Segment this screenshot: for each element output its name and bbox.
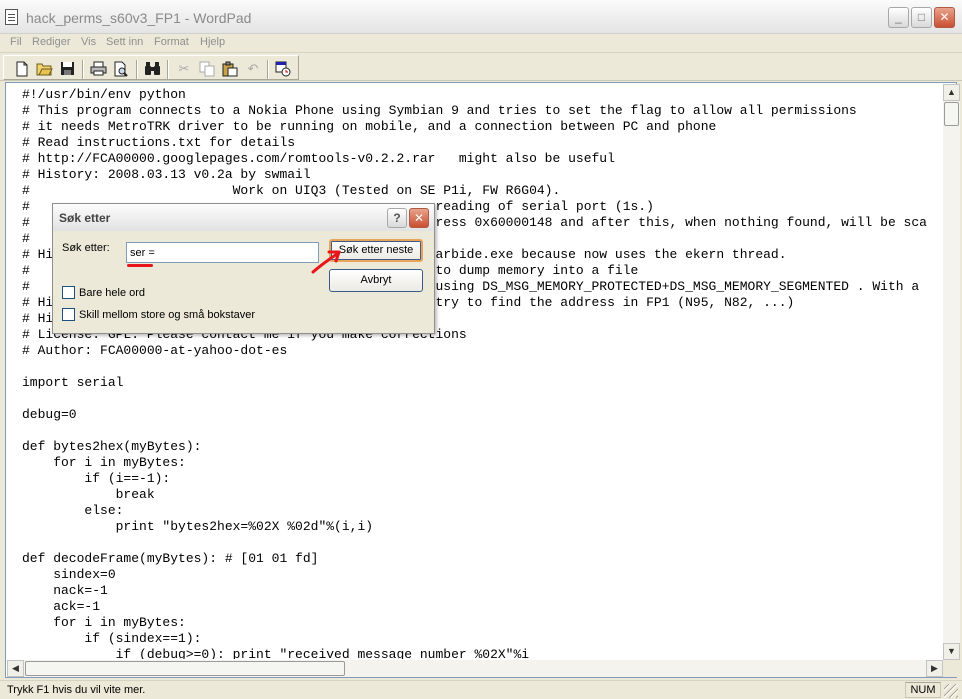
document-line[interactable]: import serial <box>22 375 940 391</box>
minimize-button[interactable]: _ <box>888 7 909 28</box>
find-icon[interactable] <box>144 61 160 77</box>
document-line[interactable]: nack=-1 <box>22 583 940 599</box>
cut-icon[interactable]: ✂ <box>176 61 192 77</box>
horizontal-scrollbar[interactable]: ◀ ▶ <box>7 660 943 677</box>
menu-edit[interactable]: Rediger <box>32 36 71 48</box>
status-bar: Trykk F1 hvis du vil vite mer. NUM <box>0 680 962 699</box>
document-line[interactable] <box>22 359 940 375</box>
dialog-close-button[interactable]: ✕ <box>409 208 429 228</box>
menu-file[interactable]: Fil <box>10 36 22 48</box>
document-line[interactable]: debug=0 <box>22 407 940 423</box>
find-dialog-title: Søk etter <box>59 211 111 225</box>
document-line[interactable]: # History: 2008.03.13 v0.2a by swmail <box>22 167 940 183</box>
document-line[interactable]: # Work on UIQ3 (Tested on SE P1i, FW R6G… <box>22 183 940 199</box>
document-line[interactable]: if (i==-1): <box>22 471 940 487</box>
menu-help[interactable]: Hjelp <box>200 36 225 48</box>
document-line[interactable]: # it needs MetroTRK driver to be running… <box>22 119 940 135</box>
horizontal-scroll-thumb[interactable] <box>25 661 345 676</box>
toolbar-separator <box>82 60 84 79</box>
document-line[interactable] <box>22 535 940 551</box>
resize-grip[interactable] <box>944 684 958 698</box>
toolbar-band: ✂ ↶ <box>3 55 299 80</box>
document-line[interactable]: #!/usr/bin/env python <box>22 87 940 103</box>
document-line[interactable]: sindex=0 <box>22 567 940 583</box>
window-title: hack_perms_s60v3_FP1 - WordPad <box>26 10 252 26</box>
find-dialog: Søk etter ? ✕ Søk etter: Søk etter neste… <box>52 203 435 334</box>
document-line[interactable]: break <box>22 487 940 503</box>
status-text: Trykk F1 hvis du vil vite mer. <box>7 684 146 696</box>
document-line[interactable]: # This program connects to a Nokia Phone… <box>22 103 940 119</box>
document-editor[interactable]: #!/usr/bin/env python # This program conn… <box>5 82 960 678</box>
save-icon[interactable] <box>59 61 75 77</box>
print-icon[interactable] <box>90 61 107 77</box>
wordpad-document-icon[interactable] <box>5 9 18 25</box>
document-line[interactable]: # http://FCA00000.googlepages.com/romtoo… <box>22 151 940 167</box>
title-bar: hack_perms_s60v3_FP1 - WordPad _ □ ✕ <box>0 0 962 34</box>
match-case-option[interactable]: Skill mellom store og små bokstaver <box>62 308 255 321</box>
print-preview-icon[interactable] <box>113 61 129 77</box>
menu-view[interactable]: Vis <box>81 36 96 48</box>
document-line[interactable] <box>22 423 940 439</box>
document-line[interactable]: else: <box>22 503 940 519</box>
menu-bar: Fil Rediger Vis Sett inn Format Hjelp <box>0 34 962 53</box>
red-arrow-annotation <box>311 250 341 274</box>
open-icon[interactable] <box>36 61 53 77</box>
vertical-scrollbar[interactable]: ▲ ▼ <box>943 84 960 660</box>
document-line[interactable]: for i in myBytes: <box>22 615 940 631</box>
match-case-label: Skill mellom store og små bokstaver <box>79 309 256 321</box>
scroll-left-button[interactable]: ◀ <box>7 660 24 677</box>
document-line[interactable]: print "bytes2hex=%02X %02d"%(i,i) <box>22 519 940 535</box>
toolbar-separator <box>267 60 269 79</box>
whole-word-checkbox[interactable] <box>62 286 75 299</box>
dialog-help-button[interactable]: ? <box>387 208 407 228</box>
copy-icon[interactable] <box>199 61 215 77</box>
document-line[interactable]: ack=-1 <box>22 599 940 615</box>
document-line[interactable]: # Read instructions.txt for details <box>22 135 940 151</box>
toolbar: ✂ ↶ <box>0 54 962 81</box>
find-what-input[interactable] <box>126 242 319 263</box>
document-line[interactable]: if (sindex==1): <box>22 631 940 647</box>
paste-icon[interactable] <box>222 61 238 77</box>
scroll-down-button[interactable]: ▼ <box>943 643 960 660</box>
scroll-right-button[interactable]: ▶ <box>926 660 943 677</box>
close-window-button[interactable]: ✕ <box>934 7 955 28</box>
maximize-button[interactable]: □ <box>911 7 932 28</box>
vertical-scroll-thumb[interactable] <box>944 102 959 126</box>
match-case-checkbox[interactable] <box>62 308 75 321</box>
scrollbar-corner <box>943 660 960 677</box>
undo-icon[interactable]: ↶ <box>245 61 261 77</box>
toolbar-separator <box>167 60 169 79</box>
red-underline-annotation <box>127 264 153 267</box>
whole-word-label: Bare hele ord <box>79 287 146 299</box>
toolbar-separator <box>136 60 138 79</box>
whole-word-option[interactable]: Bare hele ord <box>62 286 145 299</box>
document-line[interactable]: for i in myBytes: <box>22 455 940 471</box>
document-line[interactable]: if (debug>=0): print "received message n… <box>22 647 940 659</box>
scroll-up-button[interactable]: ▲ <box>943 84 960 101</box>
menu-insert[interactable]: Sett inn <box>106 36 143 48</box>
document-line[interactable] <box>22 391 940 407</box>
document-line[interactable]: # Author: FCA00000-at-yahoo-dot-es <box>22 343 940 359</box>
document-text[interactable]: #!/usr/bin/env python # This program conn… <box>22 87 940 659</box>
menu-format[interactable]: Format <box>154 36 189 48</box>
new-icon[interactable] <box>14 61 30 77</box>
date-time-icon[interactable] <box>275 61 291 77</box>
num-lock-indicator: NUM <box>905 682 941 698</box>
document-line[interactable]: def bytes2hex(myBytes): <box>22 439 940 455</box>
find-dialog-title-bar[interactable]: Søk etter ? ✕ <box>53 204 434 231</box>
find-what-label: Søk etter: <box>62 242 110 254</box>
document-line[interactable]: def decodeFrame(myBytes): # [01 01 fd] <box>22 551 940 567</box>
